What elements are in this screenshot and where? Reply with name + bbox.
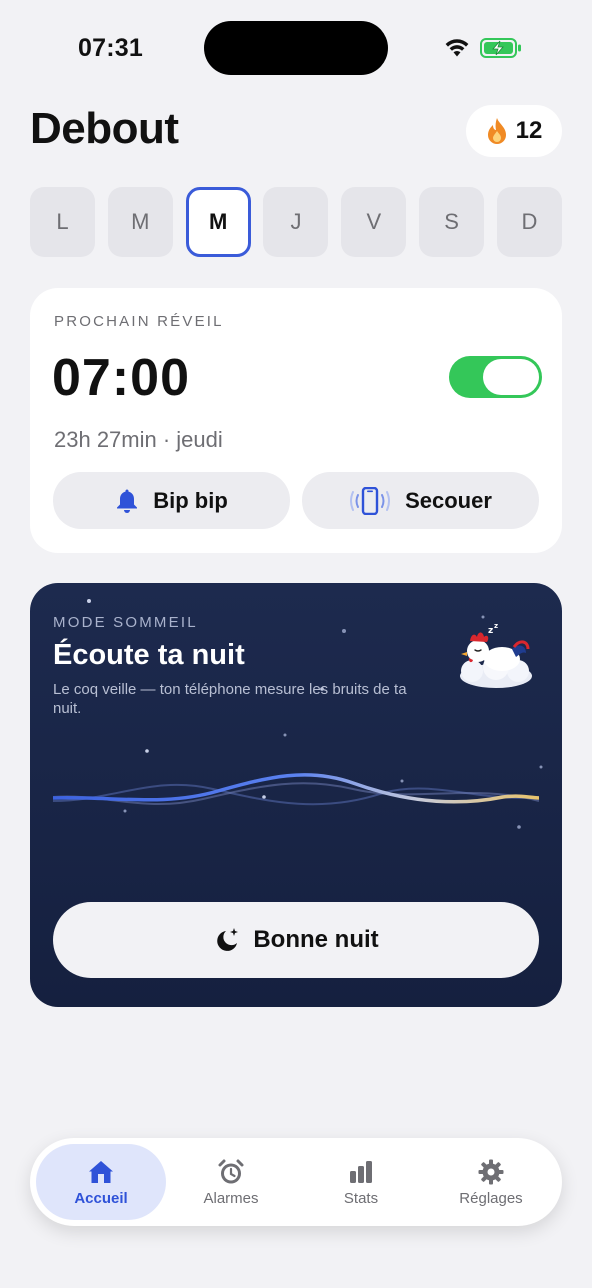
battery-charging-icon: [480, 38, 521, 58]
day-tuesday[interactable]: M: [107, 187, 173, 257]
svg-text:z: z: [494, 622, 498, 630]
shake-button[interactable]: Secouer: [302, 472, 539, 529]
alarm-countdown: 23h 27min · jeudi: [54, 427, 223, 452]
next-alarm-card: PROCHAIN RÉVEIL 07:00 23h 27min · jeudi …: [30, 288, 562, 553]
day-thursday[interactable]: J: [263, 187, 329, 257]
status-bar: 07:31: [0, 0, 592, 96]
day-friday[interactable]: V: [341, 187, 407, 257]
shake-button-label: Secouer: [405, 487, 492, 513]
good-night-label: Bonne nuit: [253, 926, 379, 953]
alarm-toggle[interactable]: [449, 356, 542, 398]
tab-home[interactable]: Accueil: [36, 1144, 166, 1220]
flame-icon: [487, 118, 506, 144]
sound-button-label: Bip bip: [153, 487, 228, 513]
sleeping-rooster-mascot: z z: [460, 622, 532, 688]
phone-vibrate-icon: [350, 486, 391, 515]
svg-text:z: z: [488, 626, 493, 636]
day-saturday[interactable]: S: [419, 187, 485, 257]
dynamic-island: [204, 21, 388, 75]
sound-wave-visual: [53, 773, 539, 806]
alarm-clock-icon: [218, 1159, 244, 1183]
page-title: Debout: [30, 104, 179, 153]
status-time: 07:31: [78, 34, 143, 62]
streak-count: 12: [515, 117, 543, 144]
good-night-button[interactable]: Bonne nuit: [53, 902, 539, 978]
tab-alarms-label: Alarmes: [203, 1189, 259, 1207]
moon-stars-icon: [217, 928, 239, 951]
sleep-mode-description: Le coq veille — ton téléphone mesure les…: [53, 681, 407, 717]
bar-chart-icon: [350, 1160, 372, 1183]
tab-stats-label: Stats: [343, 1189, 379, 1207]
sleep-mode-card: MODE SOMMEIL Écoute ta nuit Le coq veill…: [30, 583, 562, 1007]
sound-button[interactable]: Bip bip: [53, 472, 290, 529]
gear-icon: [478, 1159, 504, 1184]
wifi-icon: [445, 39, 469, 57]
day-sunday[interactable]: D: [496, 187, 562, 257]
sleep-mode-title: Écoute ta nuit: [53, 639, 245, 671]
alarm-time[interactable]: 07:00: [52, 348, 190, 408]
tab-alarms[interactable]: Alarmes: [166, 1144, 296, 1220]
streak-badge[interactable]: 12: [466, 105, 562, 157]
toggle-knob: [483, 359, 539, 395]
day-monday[interactable]: L: [30, 187, 95, 257]
tab-bar: Accueil Alarmes Stats Réglages: [30, 1138, 562, 1226]
bell-icon: [117, 489, 138, 513]
home-icon: [89, 1160, 113, 1183]
next-alarm-label: PROCHAIN RÉVEIL: [54, 313, 224, 330]
tab-settings-label: Réglages: [459, 1189, 523, 1207]
tab-home-label: Accueil: [74, 1189, 128, 1207]
tab-settings[interactable]: Réglages: [426, 1144, 556, 1220]
sleep-mode-label: MODE SOMMEIL: [53, 614, 198, 631]
day-wednesday[interactable]: M: [185, 187, 251, 257]
tab-stats[interactable]: Stats: [296, 1144, 426, 1220]
day-selector: L M M J V S D: [30, 187, 562, 257]
